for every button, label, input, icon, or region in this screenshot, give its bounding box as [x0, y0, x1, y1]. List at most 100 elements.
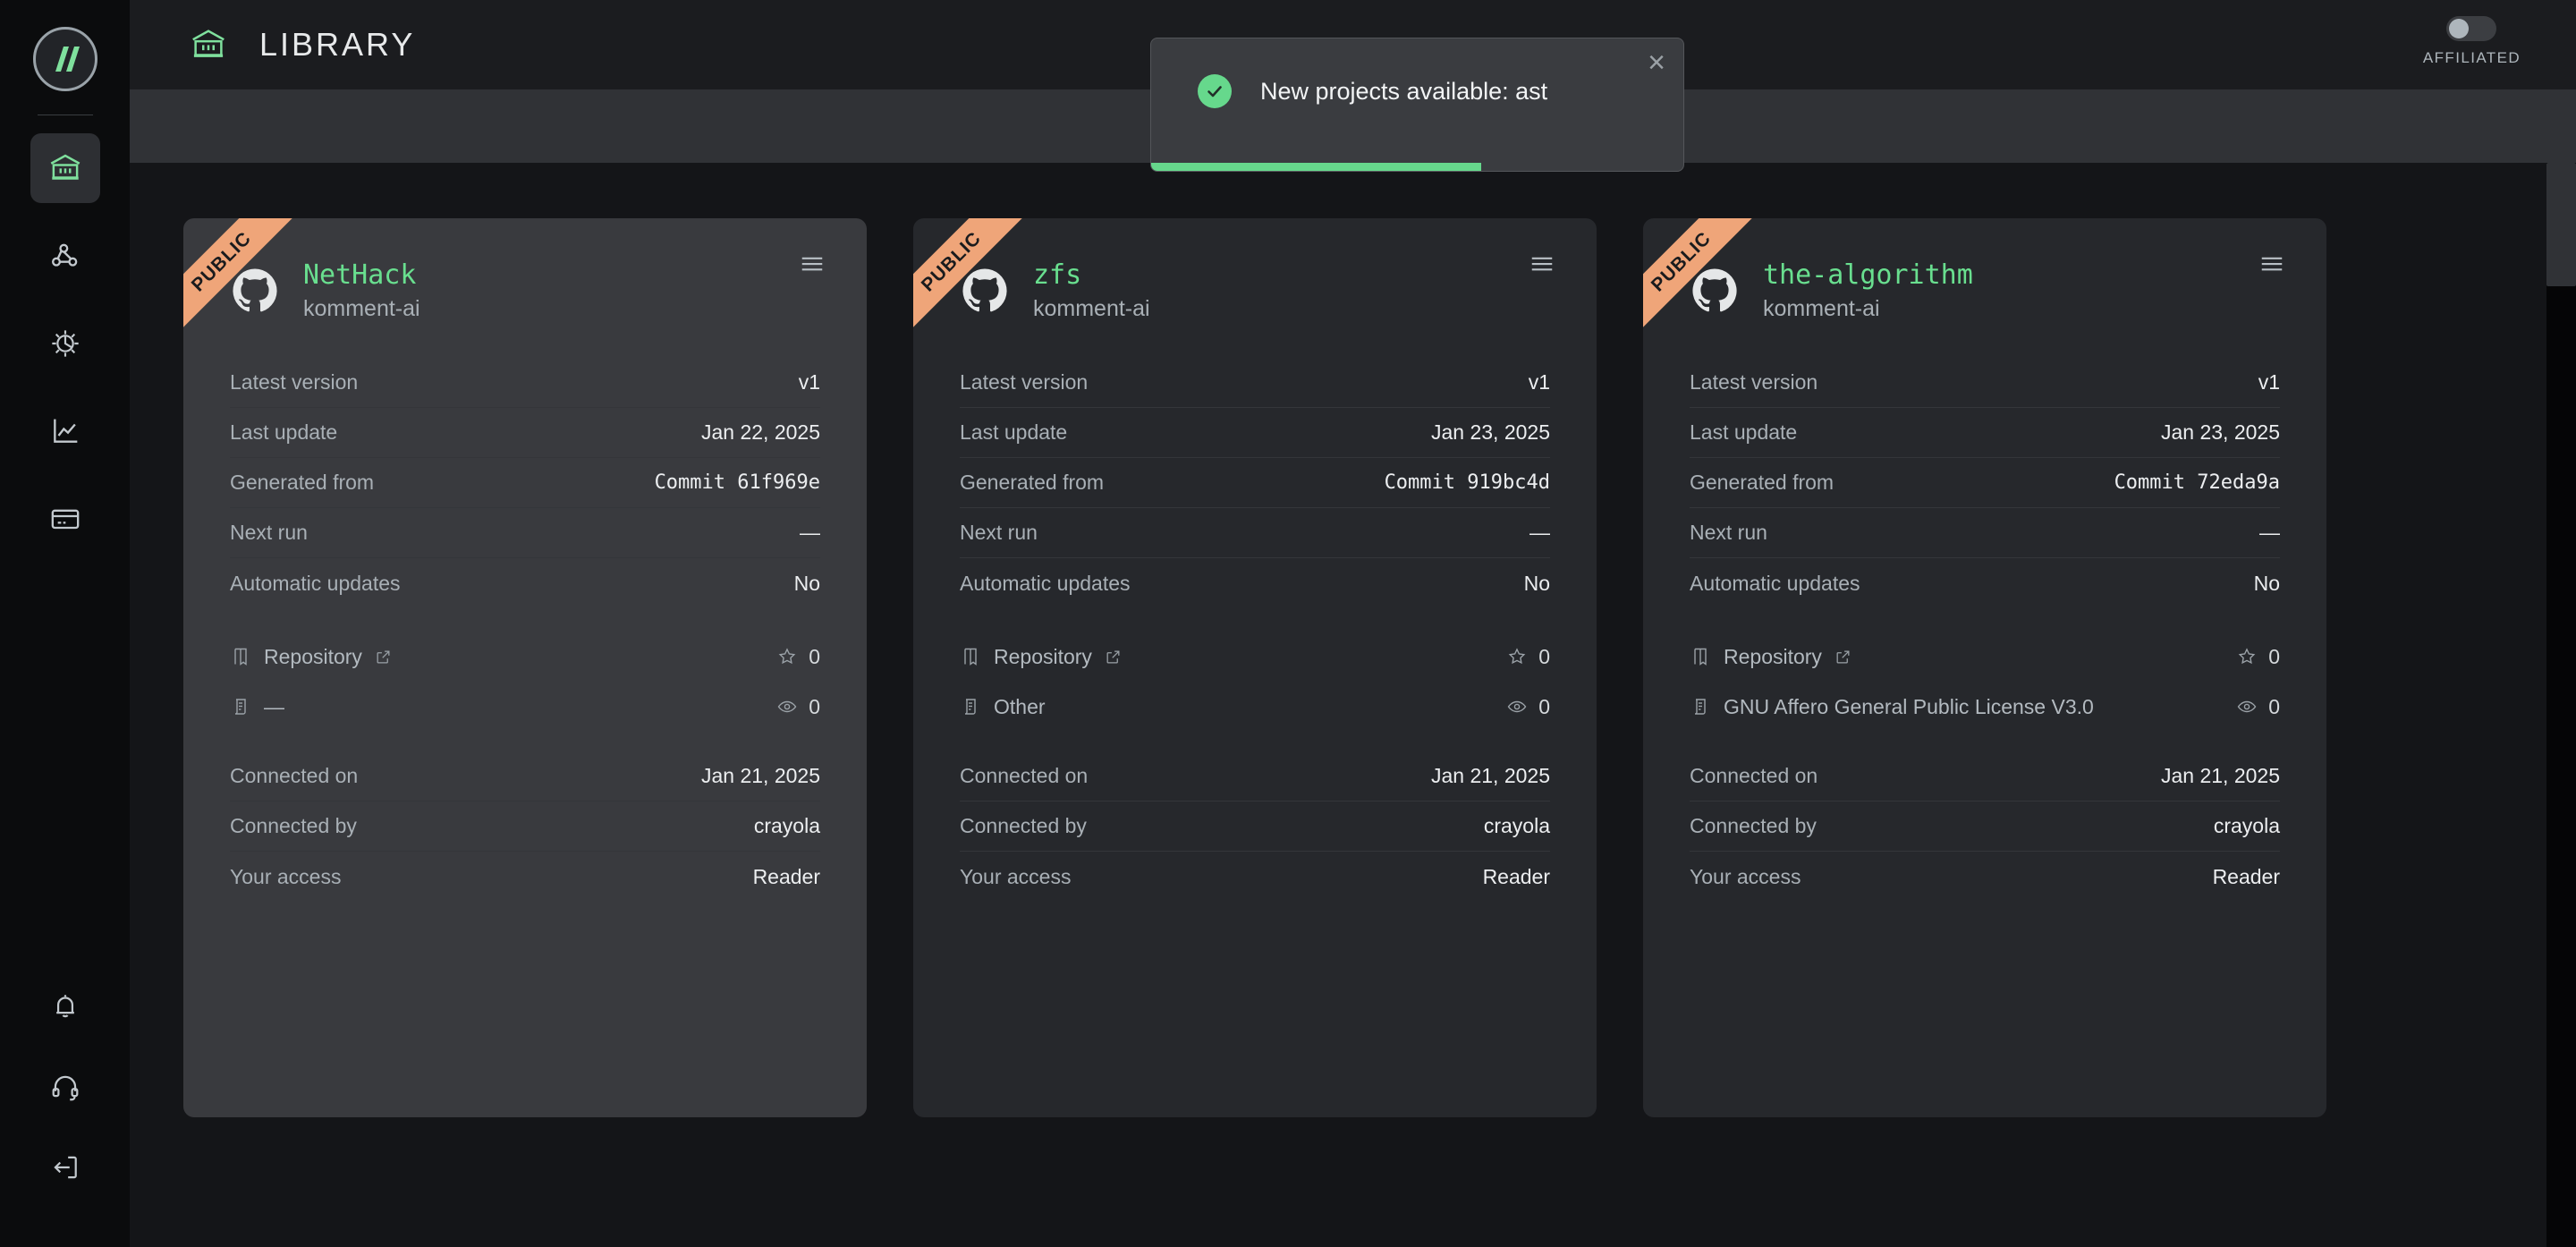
row-label: Connected by [230, 814, 357, 837]
card-footer-rows: Connected on Jan 21, 2025 Connected by c… [1690, 751, 2280, 902]
row-your-access: Your access Reader [230, 852, 820, 902]
affiliated-toggle-label: AFFILIATED [2422, 49, 2521, 66]
vertical-scrollbar[interactable] [2546, 163, 2576, 1247]
scrollbar-thumb[interactable] [2546, 163, 2576, 286]
eye-icon [1506, 696, 1528, 717]
row-value: Jan 23, 2025 [2160, 420, 2280, 444]
project-name[interactable]: the-algorithm [1763, 259, 1973, 291]
project-card-list: PUBLIC NetHack komment-ai Latest version… [183, 218, 2522, 1117]
row-latest-version: Latest version v1 [1690, 358, 2280, 408]
repository-link[interactable]: Repository [1690, 645, 1852, 669]
repository-row[interactable]: Repository 0 [230, 632, 820, 682]
repository-label: Repository [994, 644, 1092, 668]
row-label: Last update [1690, 420, 1798, 444]
license-row: — 0 [230, 682, 820, 732]
license-scroll-icon [230, 696, 251, 717]
card-detail-rows: Latest version v1 Last update Jan 22, 20… [230, 358, 820, 608]
card-footer-rows: Connected on Jan 21, 2025 Connected by c… [960, 751, 1550, 902]
github-icon [1690, 266, 1740, 316]
external-link-icon [1835, 649, 1852, 666]
card-menu-button[interactable] [799, 250, 826, 277]
row-value: — [2259, 521, 2280, 544]
row-label: Automatic updates [960, 571, 1131, 595]
row-label: Your access [1690, 864, 1801, 888]
row-label: Automatic updates [1690, 571, 1860, 595]
project-name[interactable]: NetHack [303, 259, 420, 291]
toast-progress-bar [1151, 163, 1481, 171]
repository-link[interactable]: Repository [960, 645, 1122, 669]
row-label: Connected on [960, 764, 1089, 787]
card-title-group: the-algorithm komment-ai [1763, 259, 1973, 322]
gear-icon [47, 326, 83, 361]
row-connected-on: Connected on Jan 21, 2025 [1690, 751, 2280, 802]
github-icon [230, 266, 280, 316]
row-value: Jan 22, 2025 [700, 420, 820, 444]
row-value: Commit 61f969e [654, 471, 820, 494]
license-group: GNU Affero General Public License V3.0 [1690, 695, 2094, 719]
card-links: Repository 0 [1690, 632, 2280, 732]
sidebar-item-analytics[interactable] [30, 396, 100, 466]
watchers-count: 0 [809, 694, 820, 718]
toast-notification[interactable]: New projects available: ast × [1150, 38, 1684, 172]
project-card[interactable]: PUBLIC NetHack komment-ai Latest version… [183, 218, 867, 1117]
close-icon[interactable]: × [1648, 47, 1665, 78]
row-last-update: Last update Jan 23, 2025 [1690, 408, 2280, 458]
watchers-group: 0 [1506, 695, 1550, 719]
sidebar-item-settings[interactable] [30, 309, 100, 378]
project-name[interactable]: zfs [1033, 259, 1150, 291]
star-icon [776, 646, 798, 667]
card-menu-button[interactable] [1529, 250, 1555, 277]
hamburger-menu-icon [1529, 250, 1555, 277]
row-next-run: Next run — [1690, 508, 2280, 558]
row-connected-by: Connected by crayola [960, 802, 1550, 852]
stars-group: 0 [1506, 645, 1550, 669]
app-logo[interactable] [32, 27, 97, 91]
star-icon [2236, 646, 2258, 667]
row-label: Generated from [230, 471, 375, 494]
row-value: crayola [1483, 814, 1550, 837]
external-link-icon [375, 649, 392, 666]
book-icon [960, 646, 981, 667]
sidebar-item-library[interactable] [30, 133, 100, 203]
row-generated-from: Generated from Commit 919bc4d [960, 458, 1550, 508]
row-value: Commit 72eda9a [2114, 471, 2280, 494]
card-detail-rows: Latest version v1 Last update Jan 23, 20… [960, 358, 1550, 608]
row-automatic-updates: Automatic updates No [1690, 558, 2280, 608]
row-value: — [1530, 521, 1550, 544]
row-your-access: Your access Reader [960, 852, 1550, 902]
row-value: Jan 23, 2025 [1430, 420, 1550, 444]
sidebar-item-billing[interactable] [30, 484, 100, 554]
row-connected-by: Connected by crayola [230, 802, 820, 852]
check-circle-icon [1198, 74, 1232, 108]
sidebar [0, 0, 130, 1247]
card-detail-rows: Latest version v1 Last update Jan 23, 20… [1690, 358, 2280, 608]
row-value: crayola [2213, 814, 2280, 837]
license-row: GNU Affero General Public License V3.0 0 [1690, 682, 2280, 732]
row-value: Jan 21, 2025 [1430, 764, 1550, 787]
sidebar-item-notifications[interactable] [30, 971, 100, 1041]
project-card[interactable]: PUBLIC the-algorithm komment-ai Latest v… [1643, 218, 2326, 1117]
row-label: Generated from [960, 471, 1105, 494]
bell-icon [48, 989, 82, 1023]
sidebar-item-webhooks[interactable] [30, 221, 100, 291]
repository-link[interactable]: Repository [230, 645, 392, 669]
row-generated-from: Generated from Commit 61f969e [230, 458, 820, 508]
row-value: Reader [1482, 864, 1550, 888]
repository-row[interactable]: Repository 0 [1690, 632, 2280, 682]
license-row: Other 0 [960, 682, 1550, 732]
row-value: v1 [1528, 370, 1550, 394]
page-title: LIBRARY [259, 26, 416, 63]
library-bank-icon [188, 24, 229, 65]
license-label: Other [994, 694, 1046, 718]
sidebar-item-support[interactable] [30, 1052, 100, 1122]
card-menu-button[interactable] [2258, 250, 2285, 277]
license-scroll-icon [1690, 696, 1711, 717]
row-latest-version: Latest version v1 [230, 358, 820, 408]
repository-row[interactable]: Repository 0 [960, 632, 1550, 682]
row-label: Next run [1690, 521, 1767, 544]
cards-content: PUBLIC NetHack komment-ai Latest version… [130, 163, 2576, 1117]
row-label: Automatic updates [230, 571, 401, 595]
sidebar-item-logout[interactable] [30, 1132, 100, 1202]
affiliated-toggle[interactable] [2446, 16, 2497, 41]
project-card[interactable]: PUBLIC zfs komment-ai Latest version v1 … [913, 218, 1597, 1117]
